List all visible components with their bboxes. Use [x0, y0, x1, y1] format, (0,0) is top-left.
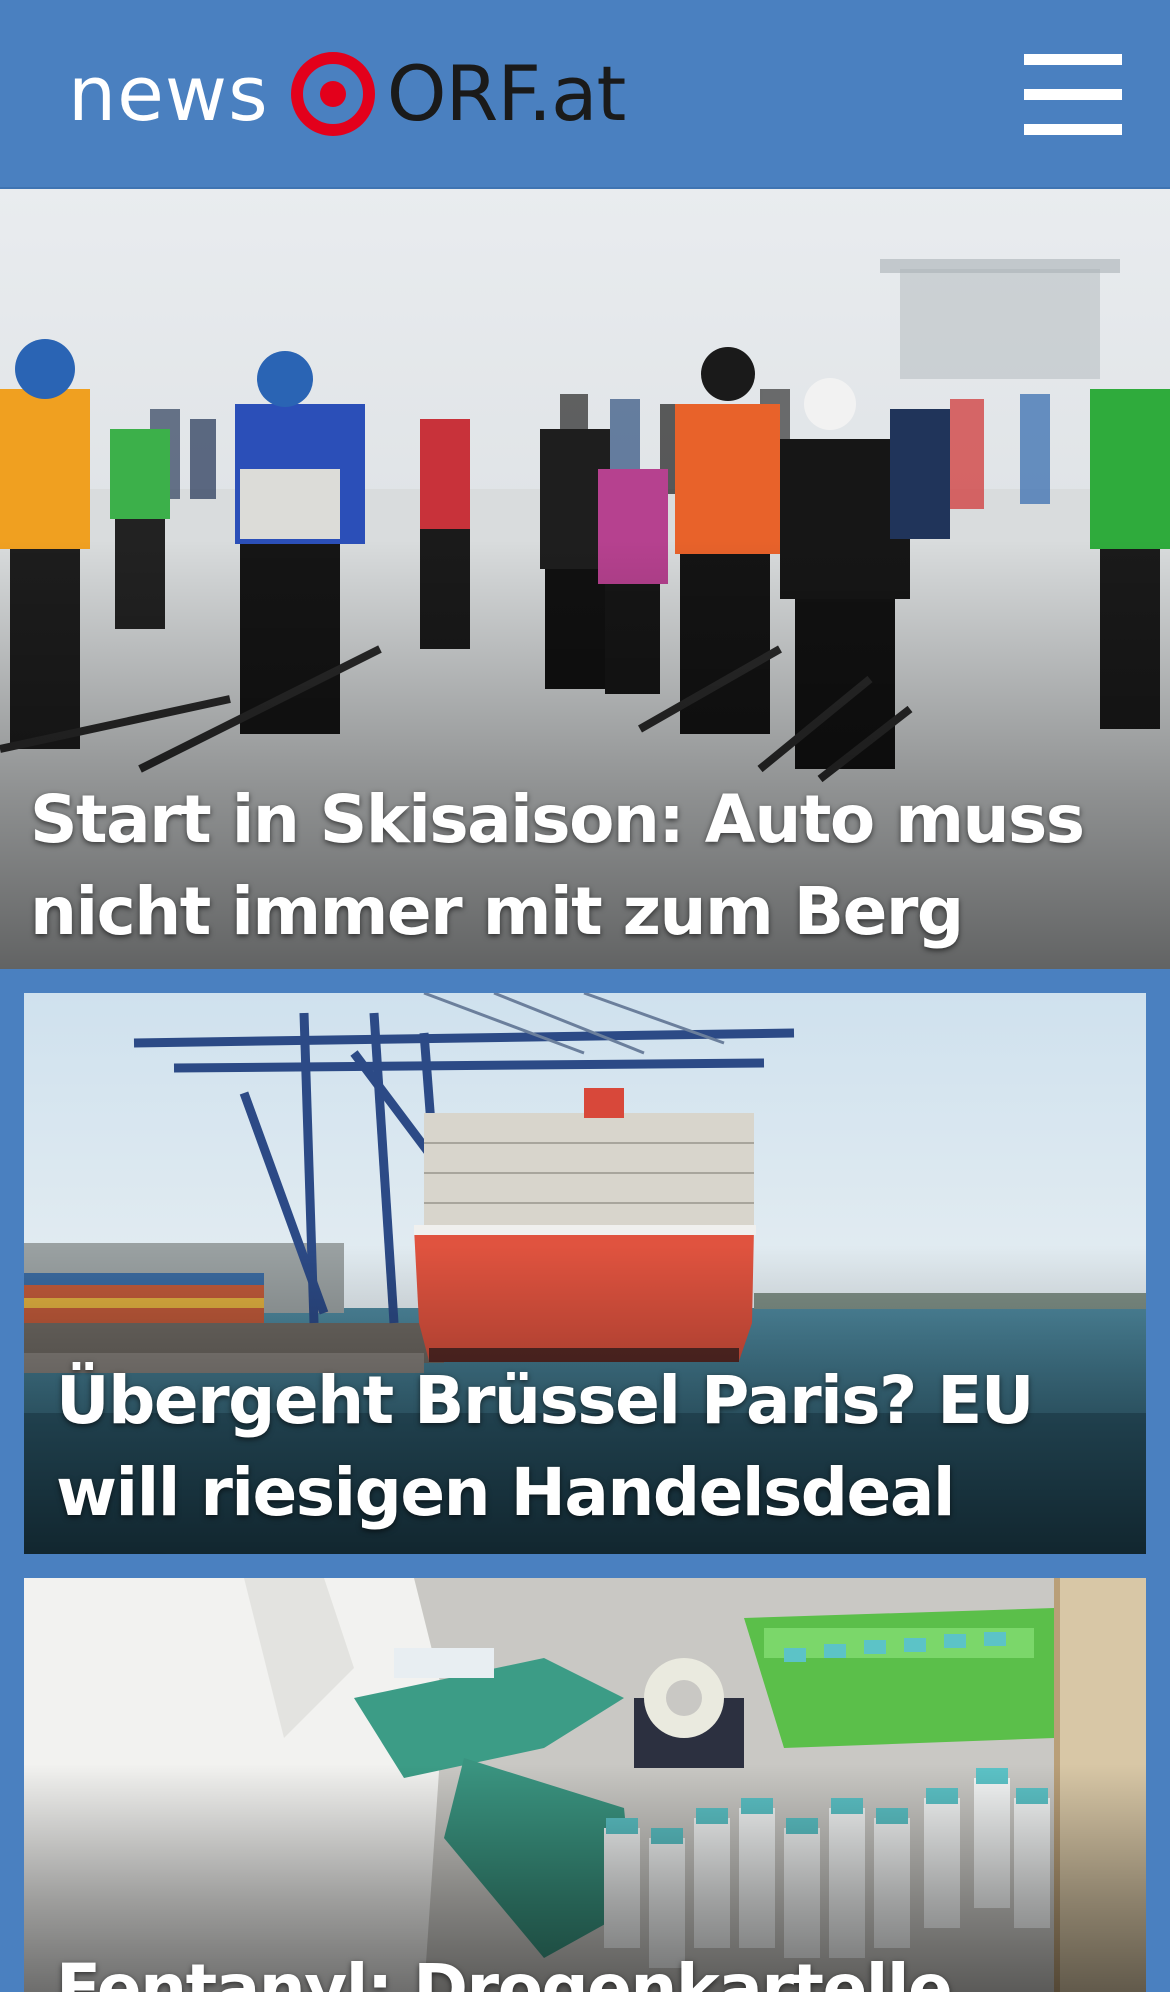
- orf-eye-icon: [290, 52, 375, 136]
- story-title[interactable]: Fentanyl: Drogenkartelle: [56, 1943, 1126, 1992]
- logo-brand-text: ORF.at: [386, 49, 627, 138]
- story-title[interactable]: Start in Skisaison: Auto muss nicht imme…: [30, 774, 1150, 958]
- story-card-eu-trade-deal[interactable]: Übergeht Brüssel Paris? EU will riesigen…: [24, 993, 1146, 1554]
- story-card-fentanyl[interactable]: Fentanyl: Drogenkartelle: [24, 1578, 1146, 1992]
- app-header: news ORF.at: [0, 0, 1170, 189]
- hamburger-menu-icon[interactable]: [1024, 52, 1122, 136]
- story-card-ski-season[interactable]: Start in Skisaison: Auto muss nicht imme…: [0, 189, 1170, 969]
- news-orf-logo[interactable]: news ORF.at: [68, 48, 627, 140]
- story-title[interactable]: Übergeht Brüssel Paris? EU will riesigen…: [56, 1355, 1126, 1554]
- logo-news-text: news: [68, 49, 269, 138]
